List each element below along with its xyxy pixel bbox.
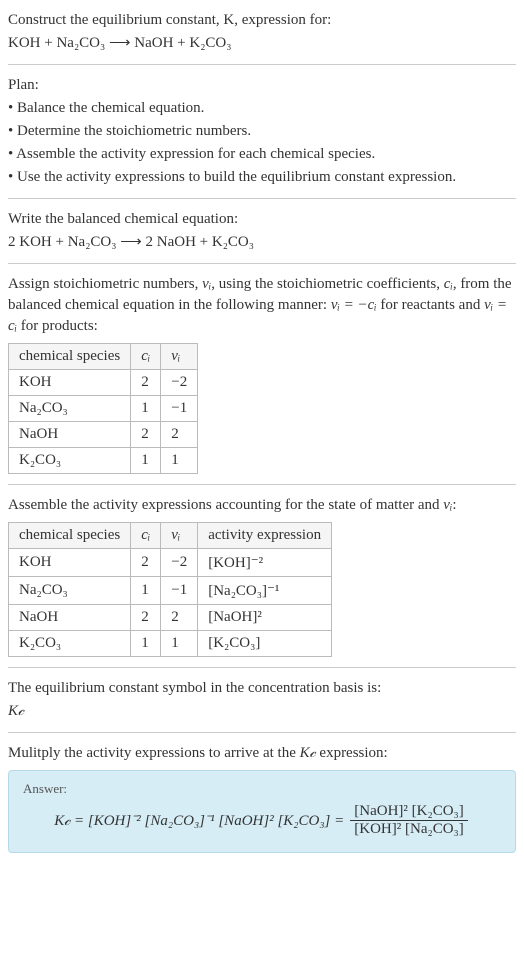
divider [8, 198, 516, 199]
answer-box: Answer: K𝒸 = [KOH]⁻² [Na₂CO₃]⁻¹ [NaOH]² … [8, 770, 516, 853]
cell-species: K₂CO₃ [9, 448, 131, 474]
kc-symbol-block: The equilibrium constant symbol in the c… [8, 678, 516, 722]
text: Assemble the activity expressions accoun… [8, 497, 443, 513]
table-row: NaOH 2 2 [9, 422, 198, 448]
kc-symbol: K𝒸 [8, 701, 516, 722]
balanced-block: Write the balanced chemical equation: 2 … [8, 209, 516, 253]
c-i: cᵢ [444, 276, 453, 292]
cell-nui: −2 [161, 549, 198, 577]
relation-reactants: νᵢ = −cᵢ [331, 297, 377, 313]
col-ci: cᵢ [131, 523, 161, 549]
cell-species: NaOH [9, 422, 131, 448]
divider [8, 64, 516, 65]
text: for products: [17, 318, 98, 334]
divider [8, 484, 516, 485]
col-nui: νᵢ [161, 523, 198, 549]
cell-species: KOH [9, 370, 131, 396]
nu-i: νᵢ [202, 276, 211, 292]
divider [8, 667, 516, 668]
cell-ci: 2 [131, 422, 161, 448]
balanced-equation: 2 KOH + Na₂CO₃ ⟶ 2 NaOH + K₂CO₃ [8, 232, 516, 253]
table-row: KOH 2 −2 [9, 370, 198, 396]
intro-block: Construct the equilibrium constant, K, e… [8, 10, 516, 54]
cell-activity: [KOH]⁻² [198, 549, 332, 577]
intro-equation: KOH + Na₂CO₃ ⟶ NaOH + K₂CO₃ [8, 33, 516, 54]
multiply-block: Mulitply the activity expressions to arr… [8, 743, 516, 764]
cell-species: Na₂CO₃ [9, 396, 131, 422]
cell-nui: −1 [161, 577, 198, 605]
kc-symbol-text: The equilibrium constant symbol in the c… [8, 678, 516, 699]
text: for reactants and [377, 297, 484, 313]
activity-table: chemical species cᵢ νᵢ activity expressi… [8, 522, 332, 657]
cell-species: NaOH [9, 605, 131, 631]
stoich-block: Assign stoichiometric numbers, νᵢ, using… [8, 274, 516, 474]
cell-species: KOH [9, 549, 131, 577]
fraction-numerator: [NaOH]² [K₂CO₃] [350, 803, 468, 821]
plan-block: Plan: • Balance the chemical equation. •… [8, 75, 516, 188]
table-row: Na₂CO₃ 1 −1 [9, 396, 198, 422]
intro-line1: Construct the equilibrium constant, K, e… [8, 10, 516, 31]
cell-nui: 1 [161, 448, 198, 474]
plan-bullet: • Use the activity expressions to build … [8, 167, 516, 188]
activity-block: Assemble the activity expressions accoun… [8, 495, 516, 657]
divider [8, 263, 516, 264]
multiply-text: Mulitply the activity expressions to arr… [8, 743, 516, 764]
cell-ci: 2 [131, 370, 161, 396]
answer-fraction: [NaOH]² [K₂CO₃] [KOH]² [Na₂CO₃] [350, 803, 468, 838]
cell-activity: [Na₂CO₃]⁻¹ [198, 577, 332, 605]
cell-species: K₂CO₃ [9, 631, 131, 657]
text: : [452, 497, 456, 513]
cell-ci: 1 [131, 577, 161, 605]
cell-nui: 2 [161, 605, 198, 631]
cell-nui: −2 [161, 370, 198, 396]
table-row: KOH 2 −2 [KOH]⁻² [9, 549, 332, 577]
plan-bullet: • Assemble the activity expression for e… [8, 144, 516, 165]
plan-title: Plan: [8, 75, 516, 96]
col-nui: νᵢ [161, 344, 198, 370]
cell-nui: 2 [161, 422, 198, 448]
cell-species: Na₂CO₃ [9, 577, 131, 605]
col-ci: cᵢ [131, 344, 161, 370]
fraction-denominator: [KOH]² [Na₂CO₃] [350, 821, 468, 838]
divider [8, 732, 516, 733]
cell-activity: [NaOH]² [198, 605, 332, 631]
table-row: K₂CO₃ 1 1 [9, 448, 198, 474]
stoich-table: chemical species cᵢ νᵢ KOH 2 −2 Na₂CO₃ 1… [8, 343, 198, 474]
col-species: chemical species [9, 344, 131, 370]
stoich-intro: Assign stoichiometric numbers, νᵢ, using… [8, 274, 516, 337]
text: Assign stoichiometric numbers, [8, 276, 202, 292]
table-header-row: chemical species cᵢ νᵢ [9, 344, 198, 370]
text: expression: [316, 745, 388, 761]
cell-nui: −1 [161, 396, 198, 422]
cell-ci: 2 [131, 549, 161, 577]
answer-expression: K𝒸 = [KOH]⁻² [Na₂CO₃]⁻¹ [NaOH]² [K₂CO₃] … [23, 803, 501, 838]
text: , using the stoichiometric coefficients, [211, 276, 444, 292]
cell-ci: 1 [131, 448, 161, 474]
text: Mulitply the activity expressions to arr… [8, 745, 300, 761]
plan-bullet: • Balance the chemical equation. [8, 98, 516, 119]
balanced-title: Write the balanced chemical equation: [8, 209, 516, 230]
cell-activity: [K₂CO₃] [198, 631, 332, 657]
activity-intro: Assemble the activity expressions accoun… [8, 495, 516, 516]
cell-ci: 1 [131, 631, 161, 657]
kc: K𝒸 [300, 745, 316, 761]
table-row: K₂CO₃ 1 1 [K₂CO₃] [9, 631, 332, 657]
cell-ci: 1 [131, 396, 161, 422]
nu-i: νᵢ [443, 497, 452, 513]
table-header-row: chemical species cᵢ νᵢ activity expressi… [9, 523, 332, 549]
cell-nui: 1 [161, 631, 198, 657]
col-activity: activity expression [198, 523, 332, 549]
col-species: chemical species [9, 523, 131, 549]
answer-label: Answer: [23, 781, 501, 797]
answer-lhs: K𝒸 = [KOH]⁻² [Na₂CO₃]⁻¹ [NaOH]² [K₂CO₃] … [54, 812, 344, 830]
table-row: Na₂CO₃ 1 −1 [Na₂CO₃]⁻¹ [9, 577, 332, 605]
plan-bullet: • Determine the stoichiometric numbers. [8, 121, 516, 142]
cell-ci: 2 [131, 605, 161, 631]
table-row: NaOH 2 2 [NaOH]² [9, 605, 332, 631]
